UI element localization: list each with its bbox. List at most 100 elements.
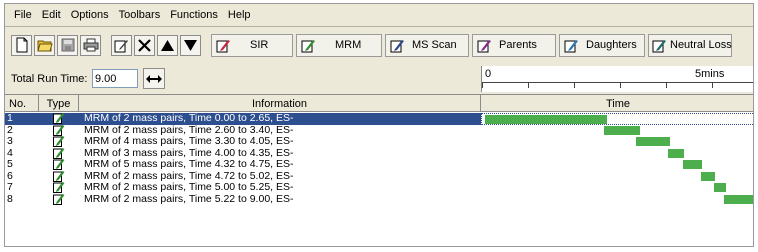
print-button[interactable] [80,34,101,56]
menu-help[interactable]: Help [223,7,256,23]
open-button[interactable] [34,34,55,56]
row-number: 6 [7,169,13,182]
row-information: MRM of 2 mass pairs, Time 0.00 to 2.65, … [84,112,294,124]
time-ruler: 0 5mins [481,66,753,92]
sir-icon [215,37,232,54]
parents-button[interactable]: Parents [472,33,556,57]
ms-scan-icon [389,37,406,54]
time-window-bar[interactable] [714,183,726,192]
open-folder-icon [36,40,53,52]
row-number: 5 [7,158,13,170]
row-number: 7 [7,181,13,193]
header-type[interactable]: Type [39,95,79,112]
mrm-type-icon [53,193,65,205]
print-icon [83,38,98,52]
app-window: File Edit Options Toolbars Functions Hel… [4,3,754,247]
row-information: MRM of 4 mass pairs, Time 3.30 to 4.05, … [84,135,294,147]
ruler-tick [574,82,575,88]
time-window-bar[interactable] [485,115,607,124]
edit-icon [114,39,128,52]
row-number: 3 [7,135,13,147]
menu-edit[interactable]: Edit [37,7,66,23]
time-window-bar[interactable] [724,194,753,204]
header-no[interactable]: No. [5,95,39,112]
row-time-cell [481,182,753,194]
save-button[interactable] [57,34,78,56]
move-down-icon [184,39,197,51]
mrm-type-icon [53,147,65,159]
total-run-time-label: Total Run Time: [11,73,88,85]
new-file-icon [16,37,27,53]
row-information: MRM of 5 mass pairs, Time 4.32 to 4.75, … [84,158,294,170]
header-information[interactable]: Information [79,95,481,112]
edit-button[interactable] [111,34,132,56]
move-down-button[interactable] [180,34,201,56]
mrm-label: MRM [335,39,362,51]
time-window-bar[interactable] [701,171,715,181]
new-file-button[interactable] [11,34,32,56]
move-up-button[interactable] [157,34,178,56]
time-window-bar[interactable] [635,137,671,146]
run-time-row: Total Run Time: 0 5mins [5,66,753,92]
row-time-cell [481,171,753,183]
menu-file[interactable]: File [9,7,37,23]
parents-icon [476,37,493,54]
save-icon [61,38,74,52]
parents-label: Parents [499,39,537,51]
ruler-5mins-label: 5mins [695,68,725,80]
menu-options[interactable]: Options [66,7,114,23]
time-window-bar[interactable] [603,125,641,135]
header-time[interactable]: Time [481,95,753,112]
functions-table: No. Type Information Time 1 MRM of 2 mass… [5,94,753,246]
table-body: 1 MRM of 2 mass pairs, Time 0.00 to 2.65,… [5,112,753,206]
menu-toolbars[interactable]: Toolbars [114,7,166,23]
table-row[interactable]: 8 MRM of 2 mass pairs, Time 5.22 to 9.00,… [5,192,753,206]
mrm-type-icon [53,170,65,182]
row-information: MRM of 3 mass pairs, Time 4.00 to 4.35, … [84,146,294,159]
neutral-loss-label: Neutral Loss [670,39,732,51]
time-window-bar[interactable] [668,148,685,158]
row-information: MRM of 2 mass pairs, Time 2.60 to 3.40, … [84,123,294,136]
row-time-cell [481,194,753,206]
total-run-time-input[interactable] [92,69,138,88]
row-time-cell [481,136,753,148]
time-window-bar[interactable] [682,160,703,169]
ms-scan-button[interactable]: MS Scan [385,33,469,57]
mrm-type-icon [53,113,65,124]
row-number: 8 [7,192,13,205]
table-header: No. Type Information Time [5,95,753,112]
ruler-tick [482,82,483,88]
ms-scan-label: MS Scan [412,39,457,51]
double-arrow-icon [146,74,162,83]
ruler-start-label: 0 [485,68,492,80]
mrm-button[interactable]: MRM [296,33,382,57]
delete-button[interactable] [134,34,155,56]
row-number: 2 [7,123,13,136]
mrm-type-icon [53,124,65,136]
menu-functions[interactable]: Functions [165,7,223,23]
mrm-icon [300,37,317,54]
ruler-tick [620,82,621,88]
ruler-tick [528,82,529,88]
mrm-type-icon [53,159,65,170]
daughters-icon [563,37,580,54]
neutral-loss-button[interactable]: Neutral Loss [648,33,732,57]
sir-button[interactable]: SIR [211,33,293,57]
row-time-cell [481,148,753,160]
daughters-button[interactable]: Daughters [559,33,645,57]
ruler-line [482,82,753,83]
ruler-tick [712,82,713,88]
daughters-label: Daughters [586,39,637,51]
fit-width-button[interactable] [143,68,165,89]
menu-bar: File Edit Options Toolbars Functions Hel… [5,4,753,26]
ruler-tick [666,82,667,88]
row-number: 1 [7,112,13,124]
row-information: MRM of 2 mass pairs, Time 5.00 to 5.25, … [84,181,294,193]
row-time-cell [481,159,753,171]
move-up-icon [161,39,174,51]
row-number: 4 [7,146,13,159]
row-time-cell [481,125,753,137]
sir-label: SIR [250,39,269,51]
row-information: MRM of 2 mass pairs, Time 5.22 to 9.00, … [84,192,294,205]
toolbar: SIR MRM MS Scan Parents Daughters Neutra… [5,30,753,60]
